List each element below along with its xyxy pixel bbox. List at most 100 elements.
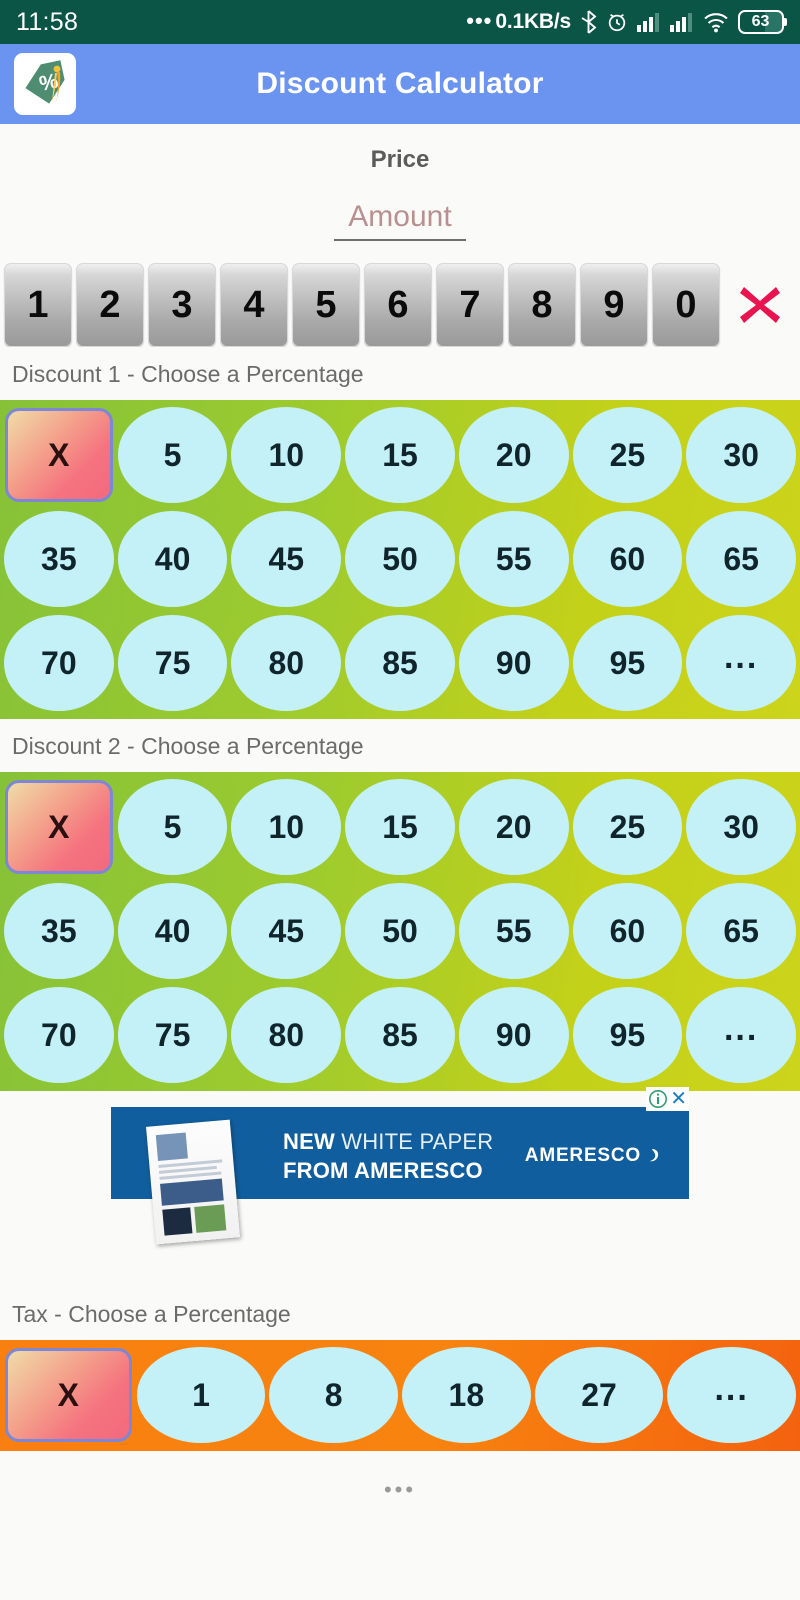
network-speed-label: 0.1KB/s bbox=[495, 10, 571, 33]
discount1-option[interactable]: 45 bbox=[231, 511, 342, 607]
discount1-option[interactable]: 65 bbox=[686, 511, 796, 607]
ad-document-image bbox=[146, 1119, 240, 1245]
ad-headline: NEW WHITE PAPER FROM AMERESCO bbox=[283, 1127, 493, 1185]
discount2-option[interactable]: 15 bbox=[345, 779, 455, 875]
signal-icon bbox=[670, 12, 694, 32]
discount1-option[interactable]: 50 bbox=[345, 511, 455, 607]
ad-banner[interactable]: NEW WHITE PAPER FROM AMERESCO AMERESCO ✕ bbox=[111, 1087, 689, 1245]
discount1-grid: X 5 10 15 20 25 30 35 40 45 50 55 60 65 … bbox=[0, 400, 800, 719]
discount1-more-button[interactable]: ... bbox=[686, 615, 796, 711]
amount-input[interactable] bbox=[334, 200, 466, 241]
discount2-option[interactable]: 85 bbox=[345, 987, 455, 1083]
app-logo-price-tag-percent-icon: % bbox=[14, 53, 76, 115]
battery-icon: 63 bbox=[738, 10, 784, 34]
discount1-clear-button[interactable]: X bbox=[5, 408, 113, 502]
status-icons: ••• 0.1KB/s 63 bbox=[466, 8, 784, 34]
amount-field-wrapper bbox=[0, 200, 800, 241]
discount2-clear-cell: X bbox=[2, 775, 116, 879]
page-bottom-filler bbox=[0, 1503, 800, 1600]
tax-grid: X 1 8 18 27 ... bbox=[0, 1340, 800, 1451]
number-keypad: 1 2 3 4 5 6 7 8 9 0 bbox=[0, 263, 800, 347]
discount2-option[interactable]: 60 bbox=[572, 883, 683, 979]
discount1-option[interactable]: 95 bbox=[572, 615, 683, 711]
ameresco-swirl-icon bbox=[650, 1149, 659, 1162]
app-screen: 11:58 ••• 0.1KB/s 63 % Discount Calculat… bbox=[0, 0, 800, 1600]
ad-advertiser-logo: AMERESCO bbox=[525, 1145, 661, 1167]
discount2-option[interactable]: 35 bbox=[4, 883, 114, 979]
key-2[interactable]: 2 bbox=[76, 263, 144, 347]
wifi-icon bbox=[703, 11, 729, 33]
discount1-option[interactable]: 40 bbox=[117, 511, 228, 607]
network-activity-dots-icon: ••• bbox=[466, 8, 493, 33]
discount1-option[interactable]: 15 bbox=[345, 407, 455, 503]
status-clock: 11:58 bbox=[16, 7, 79, 36]
discount1-option[interactable]: 90 bbox=[458, 615, 569, 711]
discount2-option[interactable]: 40 bbox=[117, 883, 228, 979]
discount1-option[interactable]: 10 bbox=[231, 407, 342, 503]
tax-label: Tax - Choose a Percentage bbox=[0, 1287, 800, 1340]
discount2-option[interactable]: 75 bbox=[117, 987, 228, 1083]
tax-more-button[interactable]: ... bbox=[667, 1347, 796, 1443]
tax-clear-button[interactable]: X bbox=[5, 1348, 132, 1442]
tax-option[interactable]: 18 bbox=[402, 1347, 531, 1443]
discount2-option[interactable]: 70 bbox=[4, 987, 114, 1083]
clear-amount-button[interactable] bbox=[724, 281, 796, 329]
discount1-option[interactable]: 20 bbox=[458, 407, 569, 503]
discount1-option[interactable]: 70 bbox=[4, 615, 114, 711]
tax-option[interactable]: 27 bbox=[534, 1347, 664, 1443]
tax-clear-cell: X bbox=[2, 1343, 135, 1447]
discount2-option[interactable]: 25 bbox=[572, 779, 683, 875]
key-1[interactable]: 1 bbox=[4, 263, 72, 347]
discount2-label: Discount 2 - Choose a Percentage bbox=[0, 719, 800, 772]
discount1-option[interactable]: 30 bbox=[686, 407, 796, 503]
discount1-option[interactable]: 85 bbox=[345, 615, 455, 711]
price-label: Price bbox=[370, 146, 430, 173]
battery-level-label: 63 bbox=[751, 13, 770, 30]
app-bar: % Discount Calculator bbox=[0, 44, 800, 124]
key-4[interactable]: 4 bbox=[220, 263, 288, 347]
discount1-option[interactable]: 25 bbox=[572, 407, 683, 503]
key-0[interactable]: 0 bbox=[652, 263, 720, 347]
discount1-clear-cell: X bbox=[2, 403, 116, 507]
discount2-option[interactable]: 30 bbox=[686, 779, 796, 875]
ad-headline-rest: WHITE PAPER bbox=[334, 1129, 494, 1154]
discount2-option[interactable]: 80 bbox=[231, 987, 342, 1083]
advertisement-zone: NEW WHITE PAPER FROM AMERESCO AMERESCO ✕ bbox=[0, 1087, 800, 1287]
discount2-more-button[interactable]: ... bbox=[686, 987, 796, 1083]
discount1-option[interactable]: 55 bbox=[458, 511, 569, 607]
tax-option[interactable]: 8 bbox=[269, 1347, 398, 1443]
discount2-clear-button[interactable]: X bbox=[5, 780, 113, 874]
network-speed: ••• 0.1KB/s bbox=[466, 8, 571, 34]
discount2-option[interactable]: 45 bbox=[231, 883, 342, 979]
discount2-option[interactable]: 90 bbox=[458, 987, 569, 1083]
discount2-option[interactable]: 20 bbox=[458, 779, 569, 875]
ad-headline-bold: NEW bbox=[283, 1129, 335, 1154]
status-bar: 11:58 ••• 0.1KB/s 63 bbox=[0, 0, 800, 44]
key-5[interactable]: 5 bbox=[292, 263, 360, 347]
tax-option[interactable]: 1 bbox=[136, 1347, 266, 1443]
info-icon[interactable] bbox=[648, 1089, 668, 1109]
key-7[interactable]: 7 bbox=[436, 263, 504, 347]
discount1-option[interactable]: 5 bbox=[117, 407, 228, 503]
discount1-option[interactable]: 80 bbox=[231, 615, 342, 711]
discount1-option[interactable]: 60 bbox=[572, 511, 683, 607]
discount1-option[interactable]: 35 bbox=[4, 511, 114, 607]
ad-headline-line2: FROM AMERESCO bbox=[283, 1158, 483, 1184]
key-6[interactable]: 6 bbox=[364, 263, 432, 347]
bluetooth-icon bbox=[580, 10, 597, 34]
discount2-option[interactable]: 10 bbox=[231, 779, 342, 875]
key-8[interactable]: 8 bbox=[508, 263, 576, 347]
more-content-indicator: ••• bbox=[0, 1451, 800, 1503]
alarm-icon bbox=[606, 11, 628, 33]
discount2-option[interactable]: 50 bbox=[345, 883, 455, 979]
close-icon[interactable]: ✕ bbox=[670, 1089, 687, 1109]
discount2-option[interactable]: 55 bbox=[458, 883, 569, 979]
discount1-option[interactable]: 75 bbox=[117, 615, 228, 711]
signal-icon bbox=[637, 12, 661, 32]
red-x-clear-icon bbox=[740, 287, 780, 323]
discount2-option[interactable]: 65 bbox=[686, 883, 796, 979]
discount2-option[interactable]: 5 bbox=[117, 779, 228, 875]
key-3[interactable]: 3 bbox=[148, 263, 216, 347]
discount2-option[interactable]: 95 bbox=[572, 987, 683, 1083]
key-9[interactable]: 9 bbox=[580, 263, 648, 347]
